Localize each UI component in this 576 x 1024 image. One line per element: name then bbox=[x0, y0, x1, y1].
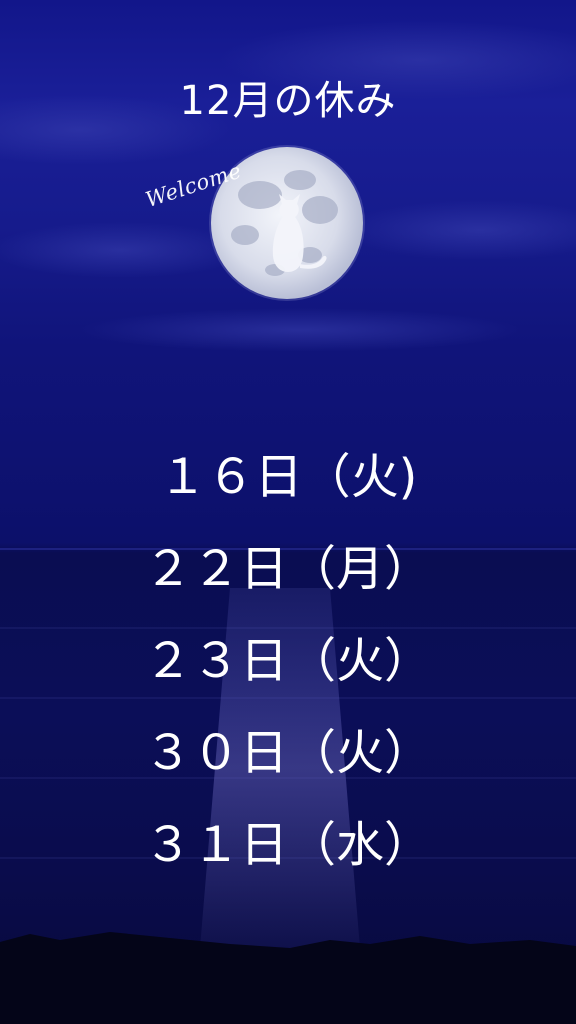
holiday-date: ２３日（火） bbox=[143, 633, 432, 689]
holiday-date: ３１日（水） bbox=[143, 817, 432, 873]
holiday-date: ２２日（月） bbox=[143, 541, 432, 597]
holiday-date: １６日（火) bbox=[158, 449, 418, 505]
page-title: 12月の休み bbox=[179, 78, 397, 124]
holiday-date: ３０日（火） bbox=[143, 725, 432, 781]
dark-coastline bbox=[0, 932, 576, 1024]
full-moon-icon bbox=[209, 145, 365, 301]
poster: 12月の休み Welcome １６日（火) ２２日（月） ２３日（火） ３０日（… bbox=[0, 0, 576, 1024]
moon-graphic: Welcome bbox=[143, 140, 380, 310]
holiday-list: １６日（火) ２２日（月） ２３日（火） ３０日（火） ３１日（水） bbox=[0, 440, 576, 900]
